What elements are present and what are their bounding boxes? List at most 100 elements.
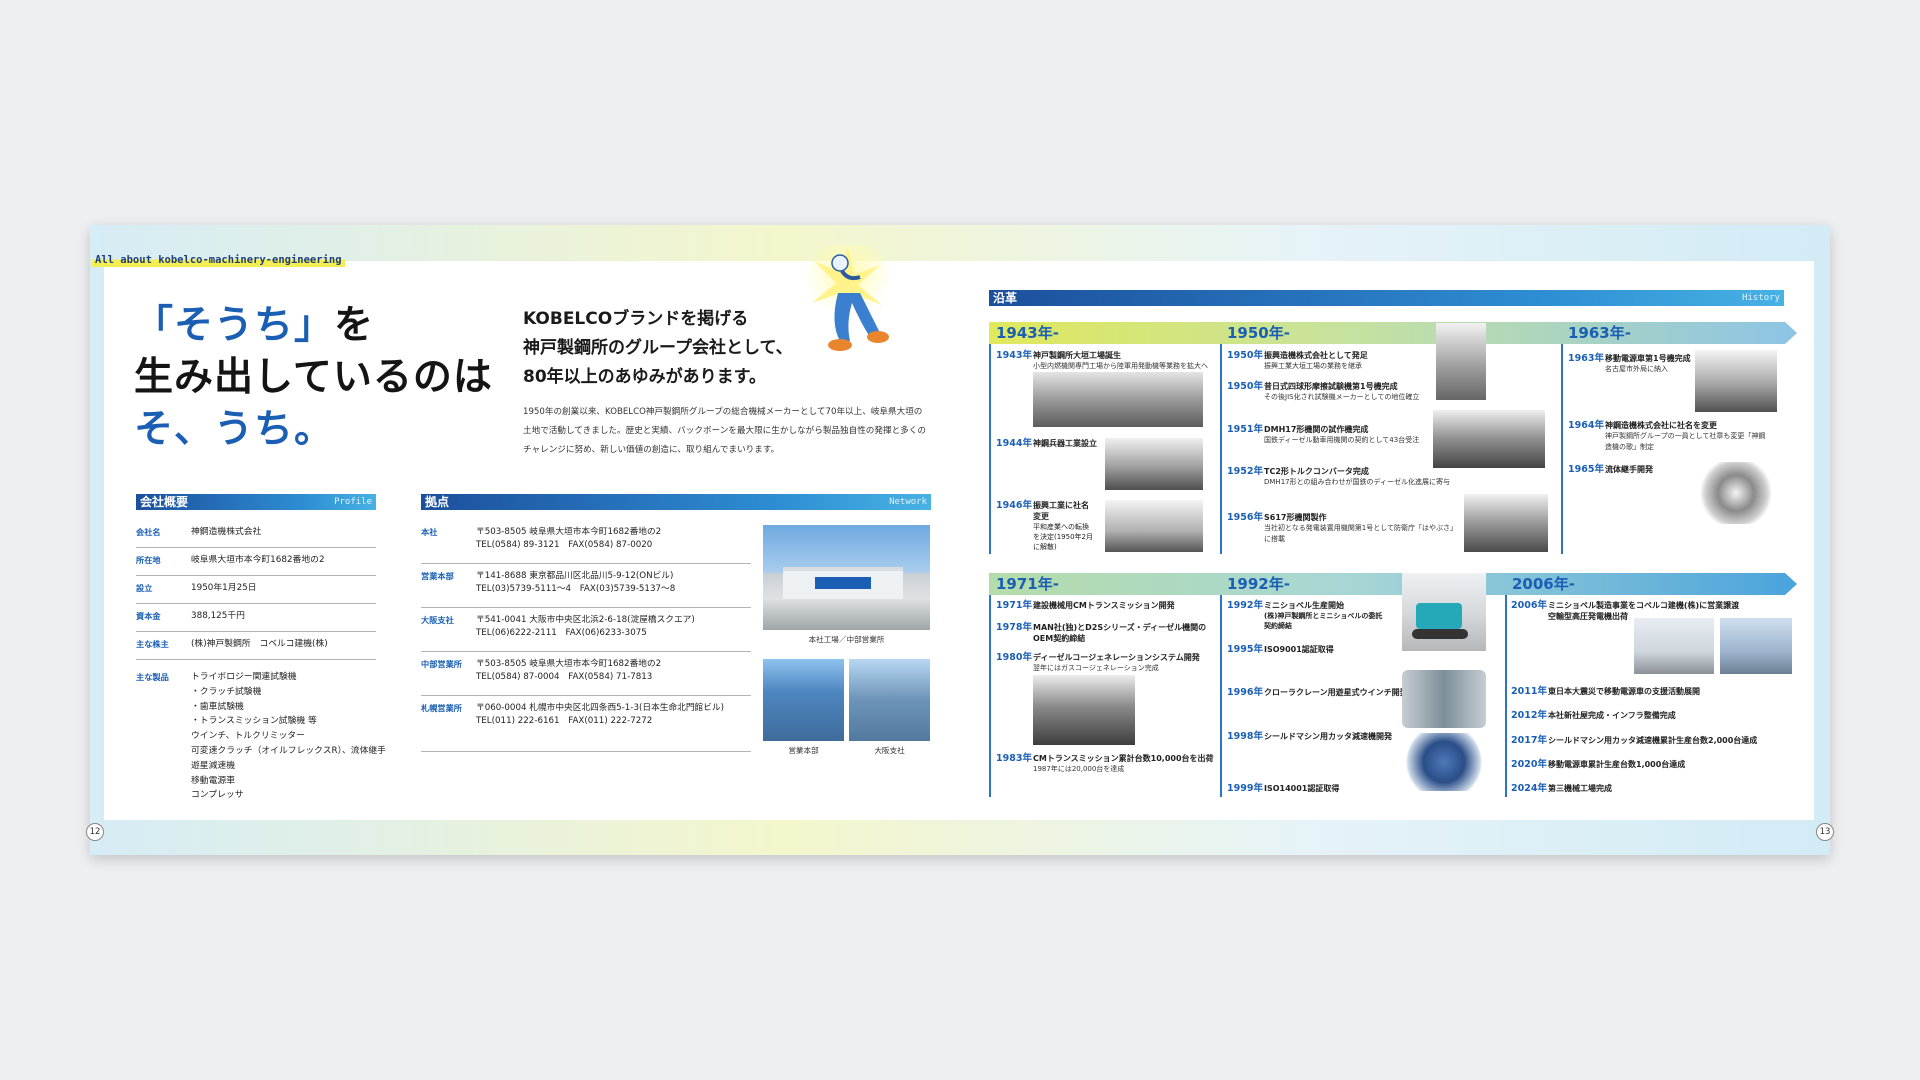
profile-row: 会社名 神鋼造機株式会社 xyxy=(136,520,376,548)
desc-line: 契約締結 xyxy=(1264,622,1292,630)
product-item: 遊星減速機 xyxy=(191,760,235,771)
profile-header: 会社概要 Profile xyxy=(136,494,376,510)
event-year: 1963年 xyxy=(1568,353,1604,364)
event-title: ミニショベル製造事業をコベルコ建機(株)に営業譲渡 xyxy=(1548,601,1740,610)
profile-key: 主な製品 xyxy=(136,672,169,682)
event-desc: 名古屋市外局に納入 xyxy=(1605,365,1668,373)
event-year: 1964年 xyxy=(1568,420,1604,431)
event-title: 東日本大震災で移動電源車の支援活動展開 xyxy=(1548,687,1700,696)
network-key: 札幌営業所 xyxy=(421,703,462,713)
profile-row: 資本金 388,125千円 xyxy=(136,604,376,632)
osaka-office-photo xyxy=(849,659,930,741)
address: 〒541-0041 大阪市中央区北浜2-6-18(淀屋橋スクエア) xyxy=(476,615,695,625)
event-year: 2012年 xyxy=(1511,710,1547,721)
era-label: 1950年- xyxy=(1227,324,1290,342)
timeline-rule xyxy=(1220,595,1222,797)
lead-copy: KOBELCOブランドを掲げる 神戸製鋼所のグループ会社として、 80年以上のあ… xyxy=(523,305,943,392)
event-year: 2024年 xyxy=(1511,783,1547,794)
event-title-cont: OEM契約締結 xyxy=(1033,634,1086,643)
phone: TEL(03)5739-5111〜4 FAX(03)5739-5137〜8 xyxy=(476,584,676,594)
event-year: 1996年 xyxy=(1227,687,1263,698)
body-line: 1950年の創業以来、KOBELCO神戸製鋼所グループの総合機械メーカーとして7… xyxy=(523,407,923,417)
desc-line: を決定(1950年2月 xyxy=(1033,533,1093,541)
network-row: 大阪支社 〒541-0041 大阪市中央区北浜2-6-18(淀屋橋スクエア) TEL… xyxy=(421,608,751,652)
event-desc: DMH17形との組み合わせが国鉄のディーゼル化進展に寄与 xyxy=(1264,478,1451,486)
profile-value: 1950年1月25日 xyxy=(191,583,257,593)
event-title: クローラクレーン用遊星式ウインチ開発 xyxy=(1264,688,1408,697)
history-photo-power-truck xyxy=(1695,350,1777,412)
timeline-rule xyxy=(1505,595,1507,797)
section-tag: All about kobelco-machinery-engineering xyxy=(92,253,345,267)
desc-line: (株)神戸製鋼所とミニショベルの委託 xyxy=(1264,612,1383,620)
timeline-rule xyxy=(989,595,991,797)
event-title: CMトランスミッション累計台数10,000台を出荷 xyxy=(1033,754,1214,763)
profile-value: 岐阜県大垣市本今町1682番地の2 xyxy=(191,555,325,565)
network-key: 営業本部 xyxy=(421,571,454,581)
history-photo-cogeneration xyxy=(1033,675,1135,745)
address: 〒503-8505 岐阜県大垣市本今町1682番地の2 xyxy=(476,659,662,669)
network-title: 拠点 xyxy=(425,495,450,509)
network-row: 営業本部 〒141-8688 東京都品川区北品川5-9-12(ONビル) TEL(0… xyxy=(421,564,751,608)
desc-line: 平和産業への転換 xyxy=(1033,523,1089,531)
profile-key: 設立 xyxy=(136,583,153,593)
network-key: 本社 xyxy=(421,527,438,537)
event-desc: 小型内燃機関専門工場から陸軍用発動機等業務を拡大へ xyxy=(1033,362,1208,370)
network-value: 〒503-8505 岐阜県大垣市本今町1682番地の2 TEL(0584) 89-… xyxy=(476,526,661,552)
event-year: 2006年 xyxy=(1511,600,1547,611)
product-item: 移動電源車 xyxy=(191,775,235,786)
photo-caption: 営業本部 xyxy=(788,746,819,755)
profile-value: 神鋼造機株式会社 xyxy=(191,527,262,537)
era-label: 1943年- xyxy=(996,324,1059,342)
photo-caption: 大阪支社 xyxy=(874,746,905,755)
lead-line: KOBELCOブランドを掲げる xyxy=(523,309,749,329)
timeline-rule xyxy=(989,344,991,554)
desc-line: に解散) xyxy=(1033,543,1057,551)
history-photo-factory xyxy=(1033,372,1203,427)
event-year: 2017年 xyxy=(1511,735,1547,746)
event-desc: 振興工業大垣工場の業務を継承 xyxy=(1264,362,1362,370)
event-title: 移動電源車累計生産台数1,000台達成 xyxy=(1548,760,1686,769)
network-key: 大阪支社 xyxy=(421,615,454,625)
body-line: チャレンジに努め、新しい価値の創造に、取り組んでまいります。 xyxy=(523,445,780,455)
address: 〒503-8505 岐阜県大垣市本今町1682番地の2 xyxy=(476,527,662,537)
headline-line3: そ、うち。 xyxy=(134,407,335,452)
event-year: 1946年 xyxy=(996,500,1032,511)
product-item: ・クラッチ試験機 xyxy=(191,686,262,697)
network-row: 中部営業所 〒503-8505 岐阜県大垣市本今町1682番地の2 TEL(0584… xyxy=(421,652,751,696)
era-label: 1963年- xyxy=(1568,324,1631,342)
history-header: 沿革 History xyxy=(989,290,1784,306)
lead-line: 80年以上のあゆみがあります。 xyxy=(523,367,766,387)
history-photo-helicopter xyxy=(1720,618,1792,674)
event-year: 1952年 xyxy=(1227,466,1263,477)
era-label: 1971年- xyxy=(996,575,1059,593)
event-year: 1950年 xyxy=(1227,350,1263,361)
history-photo-shield-cutter xyxy=(1402,733,1486,791)
event-year: 1944年 xyxy=(996,438,1032,449)
event-title: 振興工業に社名 xyxy=(1033,501,1089,510)
address: 〒141-8688 東京都品川区北品川5-9-12(ONビル) xyxy=(476,571,674,581)
profile-title: 会社概要 xyxy=(140,495,189,509)
history-photo-fluid-coupling xyxy=(1695,462,1777,524)
era-arrow-top xyxy=(989,322,1797,344)
network-value: 〒060-0004 札幌市中央区北四条西5-1-3(日本生命北門館ビル) TEL(… xyxy=(476,702,724,728)
profile-row: 所在地 岐阜県大垣市本今町1682番地の2 xyxy=(136,548,376,576)
history-photo-tester xyxy=(1436,323,1486,400)
page-number-right: 13 xyxy=(1816,823,1834,841)
event-year: 1951年 xyxy=(1227,424,1263,435)
event-year: 1999年 xyxy=(1227,783,1263,794)
event-title: シールドマシン用カッタ減速機累計生産台数2,000台達成 xyxy=(1548,736,1758,745)
event-desc: 変更 xyxy=(1033,512,1049,521)
event-year: 1980年 xyxy=(996,652,1032,663)
event-title: DMH17形機関の試作機完成 xyxy=(1264,425,1369,434)
history-title: 沿革 xyxy=(993,291,1018,305)
history-photo-mini-excavator xyxy=(1402,573,1486,651)
network-header: 拠点 Network xyxy=(421,494,931,510)
profile-key: 資本金 xyxy=(136,611,161,621)
event-year: 1950年 xyxy=(1227,381,1263,392)
profile-value: (株)神戸製鋼所 コベルコ建機(株) xyxy=(191,639,328,649)
headline-line2: 生み出しているのは xyxy=(134,355,493,400)
event-title: 流体継手開発 xyxy=(1605,465,1653,474)
event-desc: 翌年にはガスコージェネレーション完成 xyxy=(1033,664,1159,672)
network-title-en: Network xyxy=(889,497,927,507)
event-desc: 1987年には20,000台を達成 xyxy=(1033,765,1125,773)
